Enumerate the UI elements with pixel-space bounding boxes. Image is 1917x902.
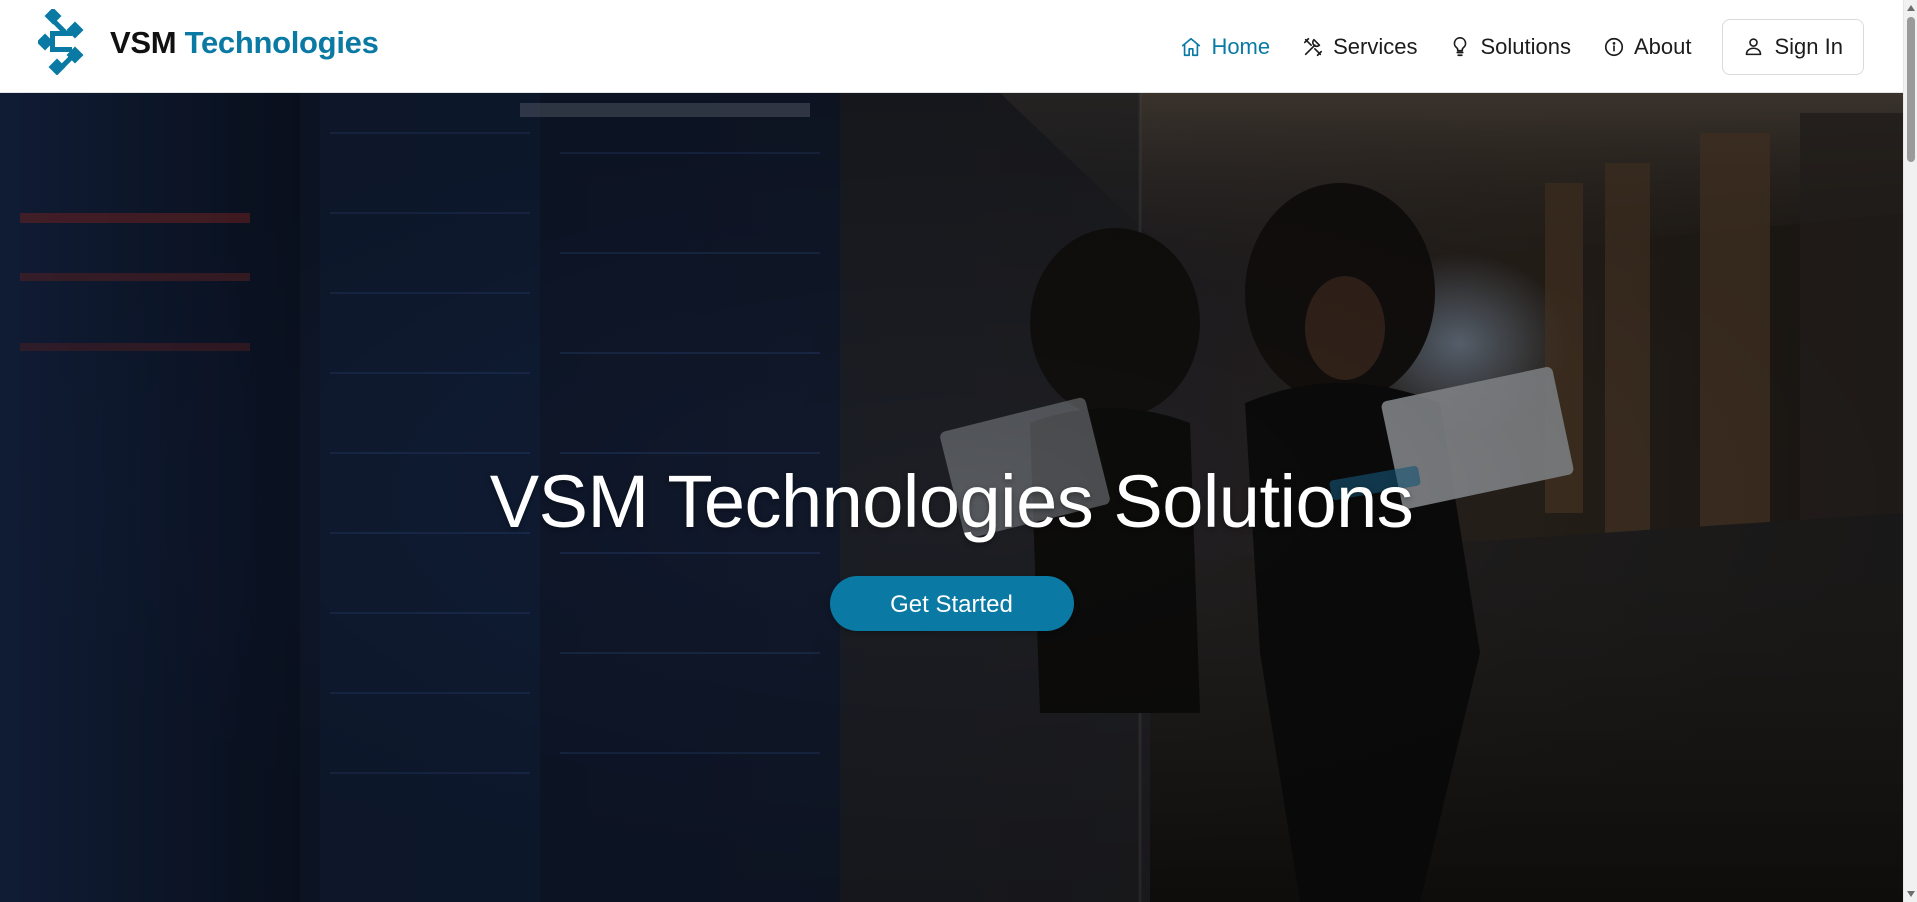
brand-name-first: VSM xyxy=(110,24,177,60)
user-icon xyxy=(1745,38,1761,56)
nav-solutions[interactable]: Solutions xyxy=(1433,27,1587,67)
hero-section: VSM Technologies Solutions Get Started xyxy=(0,93,1903,902)
scroll-up-arrow[interactable] xyxy=(1904,0,1917,16)
nav-about-label: About xyxy=(1634,33,1692,59)
info-icon xyxy=(1604,37,1624,56)
main-nav: Home Services Solutions About Sign In xyxy=(1164,0,1903,93)
brand-name-second: Technologies xyxy=(184,24,379,60)
nav-solutions-label: Solutions xyxy=(1480,33,1571,59)
triangle-down-icon xyxy=(1907,891,1915,897)
nav-home-label: Home xyxy=(1211,33,1271,59)
nav-services[interactable]: Services xyxy=(1286,27,1433,67)
brand-link[interactable]: VSM Technologies xyxy=(38,9,379,75)
vsm-logo-icon xyxy=(38,9,84,75)
hero-content: VSM Technologies Solutions Get Started xyxy=(0,460,1903,632)
sign-in-label: Sign In xyxy=(1774,33,1844,59)
nav-about[interactable]: About xyxy=(1587,27,1708,67)
nav-services-label: Services xyxy=(1333,33,1418,59)
tools-icon xyxy=(1304,37,1323,56)
hero-title: VSM Technologies Solutions xyxy=(489,460,1414,543)
brand-name: VSM Technologies xyxy=(110,27,379,58)
triangle-up-icon xyxy=(1907,5,1915,11)
scroll-thumb[interactable] xyxy=(1907,17,1915,162)
page: VSM Technologies Home Services Solutions… xyxy=(0,0,1917,902)
home-icon xyxy=(1182,37,1201,56)
page-scrollbar[interactable] xyxy=(1903,0,1917,902)
get-started-button[interactable]: Get Started xyxy=(829,576,1074,632)
sign-in-button[interactable]: Sign In xyxy=(1721,18,1864,75)
lightbulb-icon xyxy=(1454,36,1467,56)
nav-home[interactable]: Home xyxy=(1164,27,1286,67)
scroll-down-arrow[interactable] xyxy=(1904,886,1917,902)
top-navbar: VSM Technologies Home Services Solutions… xyxy=(0,0,1903,93)
